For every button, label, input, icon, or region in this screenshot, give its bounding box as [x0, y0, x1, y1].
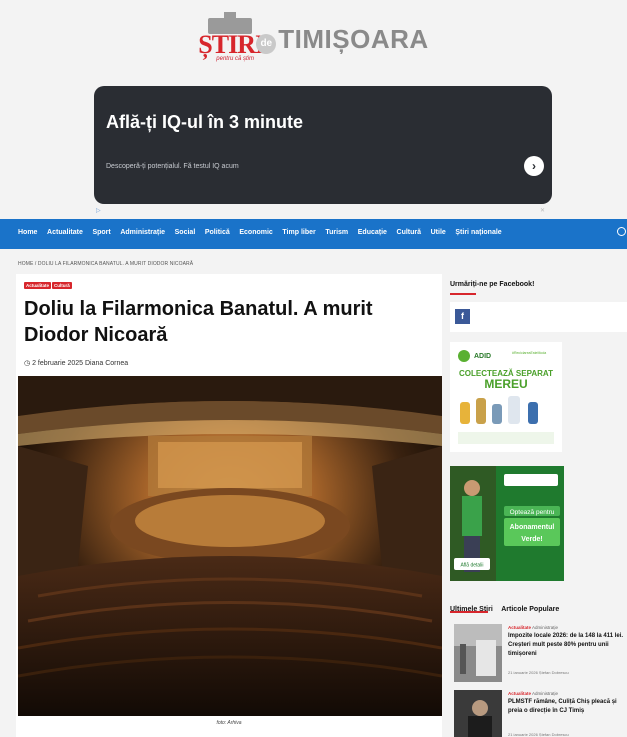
news-title[interactable]: PLMSTF rămâne, Culiță Chiș pleacă și pre…: [508, 698, 624, 716]
logo-de: de: [256, 34, 277, 54]
concert-hall-image: [18, 376, 442, 716]
facebook-heading: Urmăriți-ne pe Facebook!: [450, 281, 535, 288]
news-meta: 21 ianuarie 2026 Ștefan Dobrescu: [508, 670, 569, 675]
site-logo[interactable]: ȘTIRI de pentru că știm TIMIȘOARA: [0, 8, 627, 70]
article-date: 2 februarie 2025: [32, 360, 84, 367]
nav-item-home[interactable]: Home: [18, 229, 37, 236]
news-title[interactable]: Impozite locale 2026: de la 148 la 411 l…: [508, 632, 624, 659]
green-ad-line2: Abonamentul: [510, 524, 555, 531]
nav-item-administratie[interactable]: Administrație: [120, 229, 165, 236]
nav-item-educatie[interactable]: Educație: [358, 229, 387, 236]
adid-brand: ADID: [474, 353, 491, 360]
article: Actualitate Cultură Doliu la Filarmonica…: [16, 274, 442, 737]
search-icon[interactable]: [617, 227, 626, 236]
category-badge-actualitate[interactable]: Actualitate: [24, 282, 52, 289]
article-photo-concert-hall: [18, 376, 442, 716]
nav-item-politica[interactable]: Politică: [205, 229, 230, 236]
nav-item-timp-liber[interactable]: Timp liber: [282, 229, 315, 236]
adid-recycling-ad[interactable]: ADID #ReciclareaEsteModa COLECTEAZĂ SEPA…: [450, 342, 562, 452]
green-ad-line3: Verde!: [521, 536, 542, 543]
heading-underline: [450, 293, 476, 295]
green-ad-line1: Optează pentru: [510, 509, 555, 516]
nav-item-economic[interactable]: Economic: [239, 229, 272, 236]
news-subcategory[interactable]: Administrație: [532, 691, 558, 696]
ad-subtext: Descoperă-ți potențialul. Fă testul IQ a…: [106, 163, 239, 170]
article-meta: ◷ 2 februarie 2025 Diana Cornea: [24, 359, 128, 367]
ad-choices-icon[interactable]: ▷: [96, 207, 101, 214]
iq-ad-banner[interactable]: Află-ți IQ-ul în 3 minute Descoperă-ți p…: [94, 86, 552, 204]
green-ad-button: Află detalii: [460, 563, 483, 569]
tab-underline: [450, 611, 488, 613]
adid-line2: MEREU: [484, 377, 527, 391]
ad-close-icon[interactable]: ✕: [540, 207, 545, 214]
tab-articole-populare[interactable]: Articole Populare: [501, 606, 559, 613]
clock-icon: ◷: [24, 360, 31, 367]
news-meta: 21 ianuarie 2026 Ștefan Dobrescu: [508, 732, 569, 737]
category-badge-cultura[interactable]: Cultură: [52, 282, 72, 289]
abonament-verde-ad[interactable]: Optează pentru Abonamentul Verde! Află d…: [450, 466, 564, 581]
logo-word: TIMIȘOARA: [278, 23, 429, 54]
ad-headline: Află-ți IQ-ul în 3 minute: [106, 112, 303, 132]
news-category[interactable]: Actualitate: [508, 691, 531, 696]
adid-ad-graphic: ADID #ReciclareaEsteModa COLECTEAZĂ SEPA…: [458, 350, 554, 444]
news-item[interactable]: Actualitate Administrație PLMSTF rămâne,…: [450, 690, 627, 737]
news-categories: Actualitate Administrație: [508, 691, 558, 696]
news-categories: Actualitate Administrație: [508, 625, 558, 630]
news-category[interactable]: Actualitate: [508, 625, 531, 630]
news-thumbnail[interactable]: [454, 624, 502, 682]
news-thumbnail[interactable]: [454, 690, 502, 737]
photo-caption: foto: Arhiva: [216, 720, 242, 726]
logo-tagline: pentru că știm: [216, 56, 254, 62]
news-subcategory[interactable]: Administrație: [532, 625, 558, 630]
main-nav: Home Actualitate Sport Administrație Soc…: [0, 219, 627, 249]
news-tabs: Ultimele Știri Articole Populare: [450, 598, 627, 616]
nav-item-utile[interactable]: Utile: [431, 229, 446, 236]
nav-item-cultura[interactable]: Cultură: [397, 229, 422, 236]
logo-mark: ȘTIRI de pentru că știm: [198, 12, 277, 62]
adid-hashtag: #ReciclareaEsteModa: [512, 351, 546, 355]
green-ad-graphic: Optează pentru Abonamentul Verde! Află d…: [450, 466, 564, 581]
nav-item-social[interactable]: Social: [175, 229, 196, 236]
nav-item-stiri-nationale[interactable]: Știri naționale: [455, 229, 501, 236]
facebook-widget: [450, 302, 627, 332]
breadcrumb[interactable]: HOME / DOLIU LA FILARMONICA BANATUL. A M…: [18, 261, 193, 267]
nav-item-sport[interactable]: Sport: [92, 229, 110, 236]
article-title: Doliu la Filarmonica Banatul. A murit Di…: [24, 298, 373, 346]
article-author[interactable]: Diana Cornea: [85, 360, 128, 367]
nav-item-turism[interactable]: Turism: [325, 229, 348, 236]
facebook-icon[interactable]: f: [455, 309, 470, 324]
ad-arrow-button[interactable]: ›: [524, 156, 544, 176]
nav-item-actualitate[interactable]: Actualitate: [47, 229, 83, 236]
news-item[interactable]: Actualitate Administrație Impozite local…: [450, 624, 627, 684]
